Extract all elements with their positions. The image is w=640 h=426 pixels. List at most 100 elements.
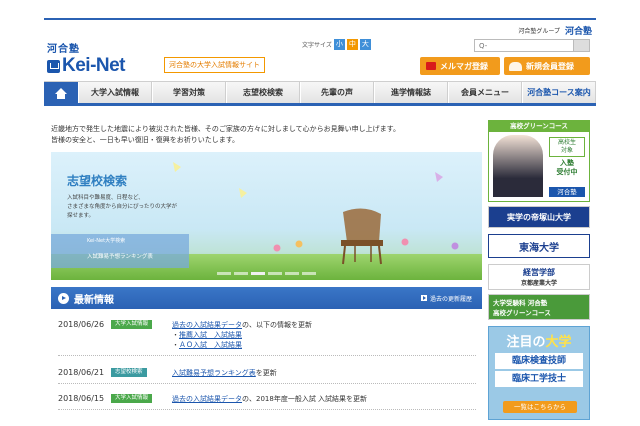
people-icon — [509, 61, 522, 71]
ad1-brand: 河合塾 — [549, 187, 585, 197]
font-size-large-button[interactable]: 大 — [359, 39, 371, 50]
bird-icon — [435, 172, 443, 182]
banner-desc-2: さまざまな角度から自分にぴったりの大学が — [67, 204, 178, 210]
chair-image — [341, 208, 383, 265]
font-size-switcher: 文字サイズ 小 中 大 — [302, 39, 371, 50]
register-label: 新規会員登録 — [526, 61, 574, 71]
nav-item-course-guide[interactable]: 河合塾コース案内 — [522, 82, 596, 103]
top-border — [44, 18, 596, 20]
news-body: 入試難易予想ランキング表を更新 — [172, 368, 277, 378]
news-body: 過去の入試結果データの、2018年度一般入試 入試結果を更新 — [172, 394, 367, 404]
carousel-dots — [217, 272, 316, 275]
news-tag: 大学入試情報 — [111, 394, 153, 403]
ad6-line-2: 臨床工学技士 — [495, 371, 583, 387]
ad6-line-1: 臨床検査技師 — [495, 353, 583, 369]
ad-kawai-green[interactable]: 大学受験科 河合塾 高校グリーンコース — [488, 294, 590, 320]
ad-tezukayama[interactable]: 実学の帝塚山大学 — [488, 206, 590, 228]
carousel-dot[interactable] — [217, 272, 231, 275]
carousel-dot[interactable] — [234, 272, 248, 275]
news-date: 2018/06/15 — [58, 394, 105, 403]
ad1-head: 高校グリーンコース — [489, 121, 589, 132]
global-nav: 大学入試情報 学習対策 志望校検索 先輩の声 進学情報誌 会員メニュー 河合塾コ… — [44, 81, 596, 106]
nav-item-study[interactable]: 学習対策 — [152, 82, 226, 103]
news-text: を更新 — [255, 369, 277, 377]
mailmag-register-button[interactable]: メルマガ登録 — [420, 57, 500, 75]
ad-tokai[interactable]: 東海大学 — [488, 234, 590, 258]
past-updates-label: 過去の更新履歴 — [429, 295, 472, 303]
ad-kyoto-sangyo[interactable]: 経営学部 京都産業大学 — [488, 264, 590, 290]
banner-desc-3: 探せます。 — [67, 213, 94, 219]
ad6-list-button[interactable]: 一覧はこちらから — [503, 401, 577, 413]
search-box — [474, 39, 590, 52]
mailmag-label: メルマガ登録 — [440, 61, 488, 71]
nav-home[interactable] — [44, 82, 78, 104]
carousel-dot[interactable] — [268, 272, 282, 275]
carousel-dot[interactable] — [302, 272, 316, 275]
ad1-box-1: 高校生 — [557, 139, 576, 146]
news-date: 2018/06/26 — [58, 320, 105, 329]
nav-item-member-menu[interactable]: 会員メニュー — [448, 82, 522, 103]
news-row: 2018/06/21 志望校検索 入試難易予想ランキング表を更新 — [58, 368, 476, 384]
font-size-label: 文字サイズ — [302, 42, 332, 49]
ad6-heading-b: 大学 — [545, 335, 572, 350]
font-size-medium-button[interactable]: 中 — [346, 39, 358, 50]
ad6-heading: 注目の大学 — [489, 331, 589, 350]
ad1-box-2: 対象 — [560, 147, 573, 154]
ad1-admission: 入塾 受付中 — [549, 159, 585, 177]
news-row: 2018/06/26 大学入試情報 過去の入試結果データの、以下の情報を更新 ・… — [58, 320, 476, 356]
nav-item-exam-info[interactable]: 大学入試情報 — [78, 82, 152, 103]
banner-desc-1: 入試科目や難易度、日程など、 — [67, 195, 144, 201]
news-link[interactable]: 入試難易予想ランキング表 — [172, 369, 256, 377]
news-sub-link[interactable]: 推薦入試 入試結果 — [179, 331, 242, 339]
nav-item-school-search[interactable]: 志望校検索 — [226, 82, 300, 103]
bird-icon — [239, 188, 247, 198]
logo-kawai: 河合塾 — [47, 44, 80, 55]
news-header: 最新情報 過去の更新履歴 — [51, 287, 482, 309]
search-input[interactable] — [475, 40, 573, 51]
news-text: の、以下の情報を更新 — [242, 321, 312, 329]
carousel-dot[interactable] — [285, 272, 299, 275]
news-row: 2018/06/15 大学入試情報 過去の入試結果データの、2018年度一般入試… — [58, 394, 476, 410]
logo-mark-icon — [47, 59, 60, 73]
nav-item-seniors[interactable]: 先輩の声 — [300, 82, 374, 103]
ad6-heading-a: 注目の — [506, 335, 546, 350]
group-label: 河合塾グループ — [518, 28, 560, 35]
news-link[interactable]: 過去の入試結果データ — [172, 395, 242, 403]
banner-description: 入試科目や難易度、日程など、 さまざまな角度から自分にぴったりの大学が 探せます… — [67, 194, 207, 221]
mail-icon — [426, 62, 436, 70]
news-text: の、2018年度一般入試 入試結果を更新 — [242, 395, 368, 403]
group-header[interactable]: 河合塾グループ 河合塾 — [518, 24, 592, 37]
news-date: 2018/06/21 — [58, 368, 105, 377]
ad-featured-university[interactable]: 注目の大学 臨床検査技師 臨床工学技士 一覧はこちらから — [488, 326, 590, 420]
flower-icon — [401, 238, 409, 246]
ad4-sub: 京都産業大学 — [520, 280, 557, 287]
banner-title: 志望校検索 — [67, 174, 128, 188]
news-link[interactable]: 過去の入試結果データ — [172, 321, 242, 329]
flower-icon — [273, 244, 281, 252]
site-logo[interactable]: 河合塾 Kei-Net — [47, 40, 126, 77]
banner-sub-1[interactable]: Kei-Net大学検索 — [87, 237, 125, 244]
news-sub-link[interactable]: ＡＯ入試 入試結果 — [179, 341, 242, 349]
ad1-nyu-2: 受付中 — [556, 168, 578, 176]
arrow-right-icon — [420, 295, 427, 301]
hero-banner[interactable]: 志望校検索 入試科目や難易度、日程など、 さまざまな角度から自分にぴったりの大学… — [51, 152, 482, 280]
ad5-line-1: 大学受験科 河合塾 — [493, 299, 548, 307]
ad-green-course[interactable]: 高校グリーンコース 高校生 対象 入塾 受付中 河合塾 — [488, 120, 590, 202]
member-register-button[interactable]: 新規会員登録 — [504, 57, 590, 75]
banner-sub-2[interactable]: 入試難易予想ランキング表 — [87, 252, 153, 260]
group-brand: 河合塾 — [564, 27, 592, 37]
search-button[interactable] — [573, 40, 589, 51]
ad5-line-2: 高校グリーンコース — [493, 309, 551, 317]
site-tagline: 河合塾の大学入試情報サイト — [164, 57, 265, 73]
notice-line-1: 近畿地方で発生した地震により被災された皆様、そのご家族の方々に対しまして心からお… — [51, 125, 400, 133]
logo-name: Kei-Net — [62, 55, 126, 76]
font-size-small-button[interactable]: 小 — [333, 39, 345, 50]
carousel-dot-active[interactable] — [251, 272, 265, 275]
nav-item-magazine[interactable]: 進学情報誌 — [374, 82, 448, 103]
play-circle-icon — [58, 292, 69, 304]
notice: 近畿地方で発生した地震により被災された皆様、そのご家族の方々に対しまして心からお… — [51, 124, 481, 146]
news-body: 過去の入試結果データの、以下の情報を更新 ・推薦入試 入試結果 ・ＡＯ入試 入試… — [172, 321, 312, 349]
bird-icon — [173, 162, 181, 172]
ad1-nyu-1: 入塾 — [560, 159, 574, 167]
past-updates-link[interactable]: 過去の更新履歴 — [420, 294, 472, 303]
